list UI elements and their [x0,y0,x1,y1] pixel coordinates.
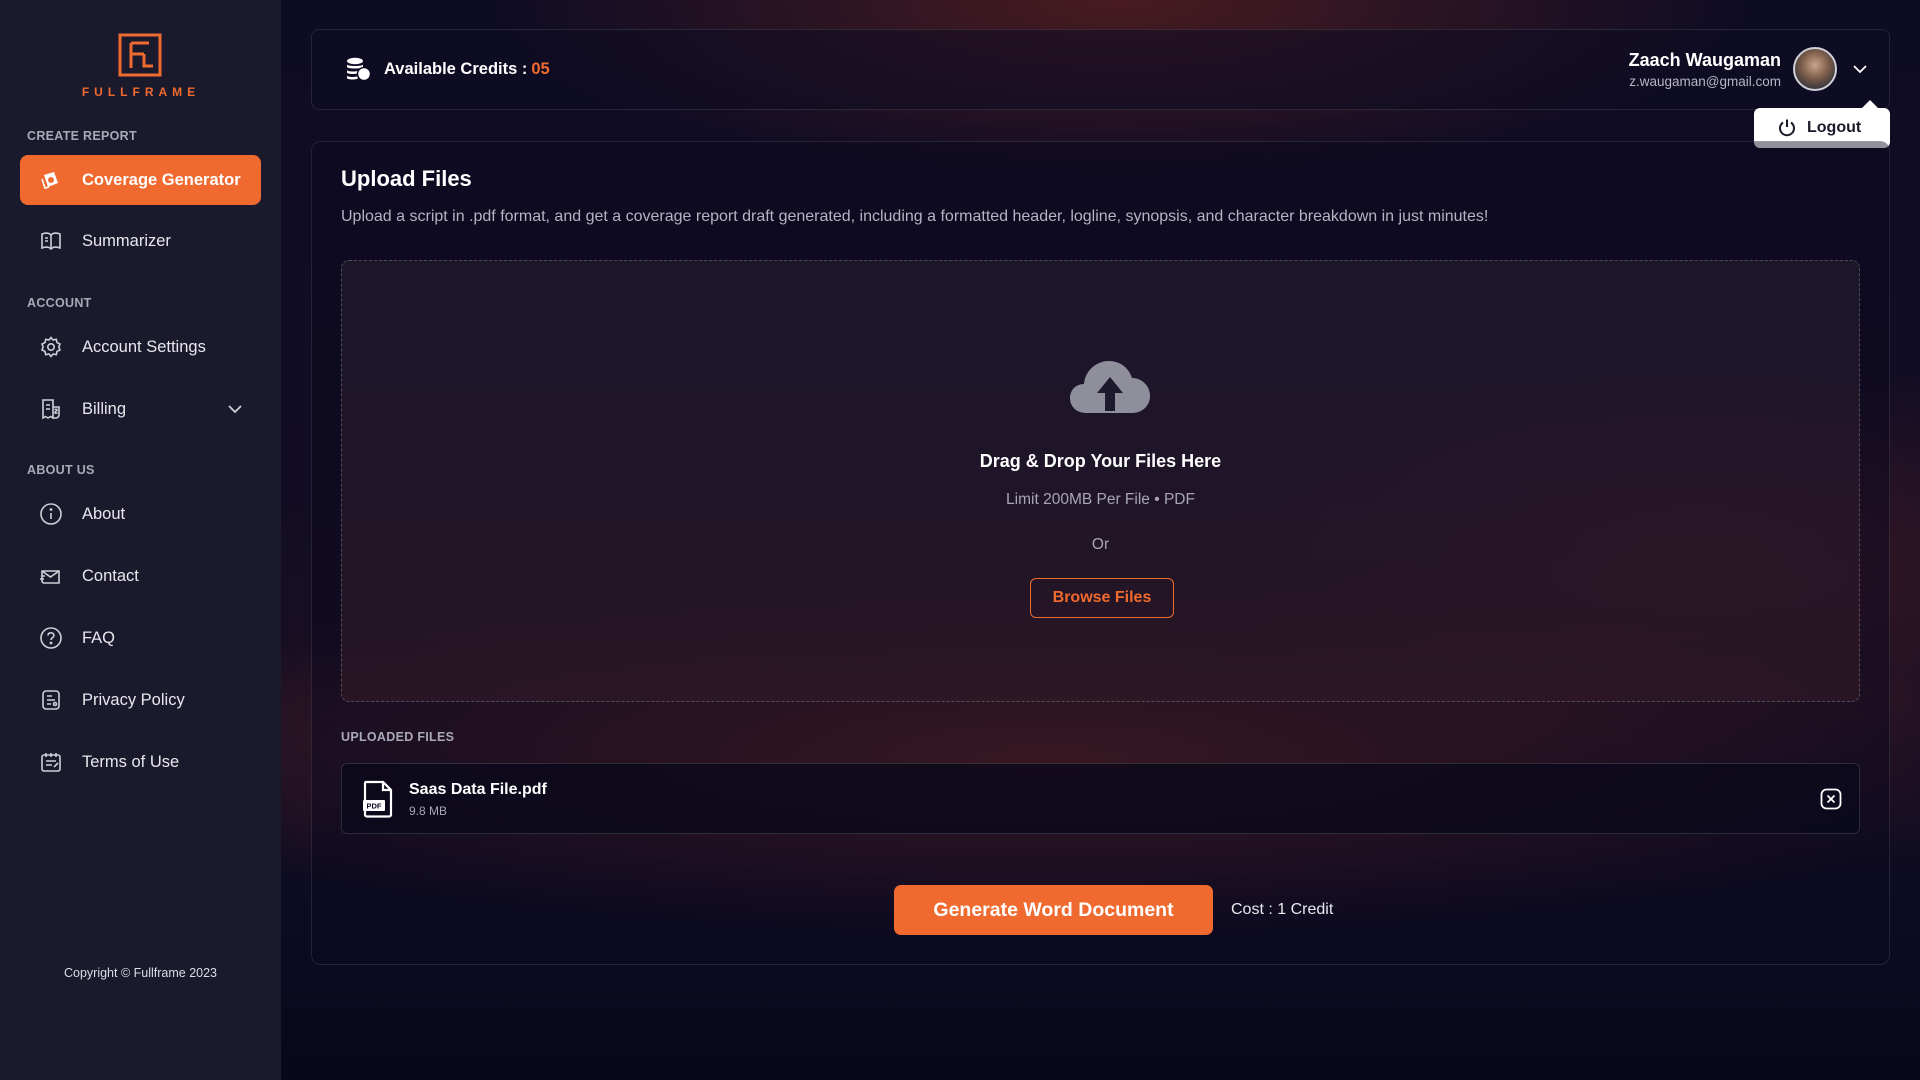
billing-icon [38,396,64,422]
browse-files-button[interactable]: Browse Files [1030,578,1174,618]
sidebar-item-summarizer[interactable]: Summarizer [20,216,261,266]
generate-word-document-button[interactable]: Generate Word Document [894,885,1213,935]
sidebar-item-about[interactable]: About [20,489,261,539]
sidebar-item-faq[interactable]: FAQ [20,613,261,663]
svg-text:PDF: PDF [367,802,382,811]
upload-panel: Upload Files Upload a script in .pdf for… [311,141,1890,965]
uploaded-files-label: UPLOADED FILES [341,730,455,744]
sidebar-item-contact[interactable]: Contact [20,551,261,601]
sidebar-item-billing[interactable]: Billing [20,384,261,434]
sidebar-item-label: Billing [82,399,127,418]
avatar[interactable] [1793,47,1837,91]
sidebar-item-terms-of-use[interactable]: Terms of Use [20,737,261,787]
fullframe-logo-icon [118,33,162,77]
sidebar-item-coverage-generator[interactable]: Coverage Generator [20,155,261,205]
question-icon [38,625,64,651]
brand-logo[interactable]: FULLFRAME [76,32,206,102]
section-label-about-us: ABOUT US [27,463,95,477]
sidebar-item-label: Contact [82,566,139,585]
sidebar-item-label: Summarizer [82,231,171,250]
page-description: Upload a script in .pdf format, and get … [341,208,1489,225]
terms-icon [38,749,64,775]
sidebar-item-label: FAQ [82,628,116,647]
dropzone-or: Or [1091,536,1110,553]
pdf-file-icon: PDF [363,780,393,818]
sidebar-item-label: Terms of Use [82,752,180,771]
remove-file-icon[interactable] [1820,788,1842,810]
user-name: Zaach Waugaman [1628,49,1781,70]
document-icon [38,687,64,713]
dropzone-title: Drag & Drop Your Files Here [979,451,1222,471]
dropzone-limit: Limit 200MB Per File • PDF [1006,491,1195,508]
sidebar-item-privacy-policy[interactable]: Privacy Policy [20,675,261,725]
sidebar-item-label: Account Settings [82,337,206,356]
sidebar-item-label: About [82,504,126,523]
page-title: Upload Files [341,166,472,191]
chevron-down-icon[interactable] [1851,60,1869,78]
credits-display: Available Credits : 05 [344,55,550,83]
gear-icon [38,334,64,360]
file-size: 9.8 MB [409,804,448,818]
section-label-create-report: CREATE REPORT [27,129,137,143]
coverage-icon [38,167,64,193]
logout-label: Logout [1807,119,1862,136]
coins-icon [347,57,372,82]
chevron-down-icon[interactable] [227,401,243,417]
power-icon [1779,119,1795,137]
file-dropzone[interactable]: Drag & Drop Your Files Here Limit 200MB … [341,260,1860,702]
mail-icon [38,563,64,589]
sidebar-item-label: Coverage Generator [82,170,241,189]
section-label-account: ACCOUNT [27,296,92,310]
cost-label: Cost : 1 Credit [1231,901,1334,918]
sidebar: FULLFRAME CREATE REPORT Coverage Generat… [0,0,281,1080]
credits-value: 05 [531,59,550,78]
sidebar-item-account-settings[interactable]: Account Settings [20,322,261,372]
user-email: z.waugaman@gmail.com [1629,73,1781,89]
brand-name: FULLFRAME [81,85,201,99]
user-menu[interactable]: Zaach Waugaman z.waugaman@gmail.com [1629,47,1869,91]
info-icon [38,501,64,527]
copyright: Copyright © Fullframe 2023 [63,966,218,980]
credits-label: Available Credits : [384,59,528,78]
top-bar: Available Credits : 05 Zaach Waugaman z.… [311,29,1890,110]
uploaded-file-item: PDF Saas Data File.pdf 9.8 MB [341,763,1860,834]
book-icon [38,228,64,254]
sidebar-item-label: Privacy Policy [82,690,185,709]
cloud-upload-icon [1070,361,1150,413]
file-name: Saas Data File.pdf [409,781,547,798]
